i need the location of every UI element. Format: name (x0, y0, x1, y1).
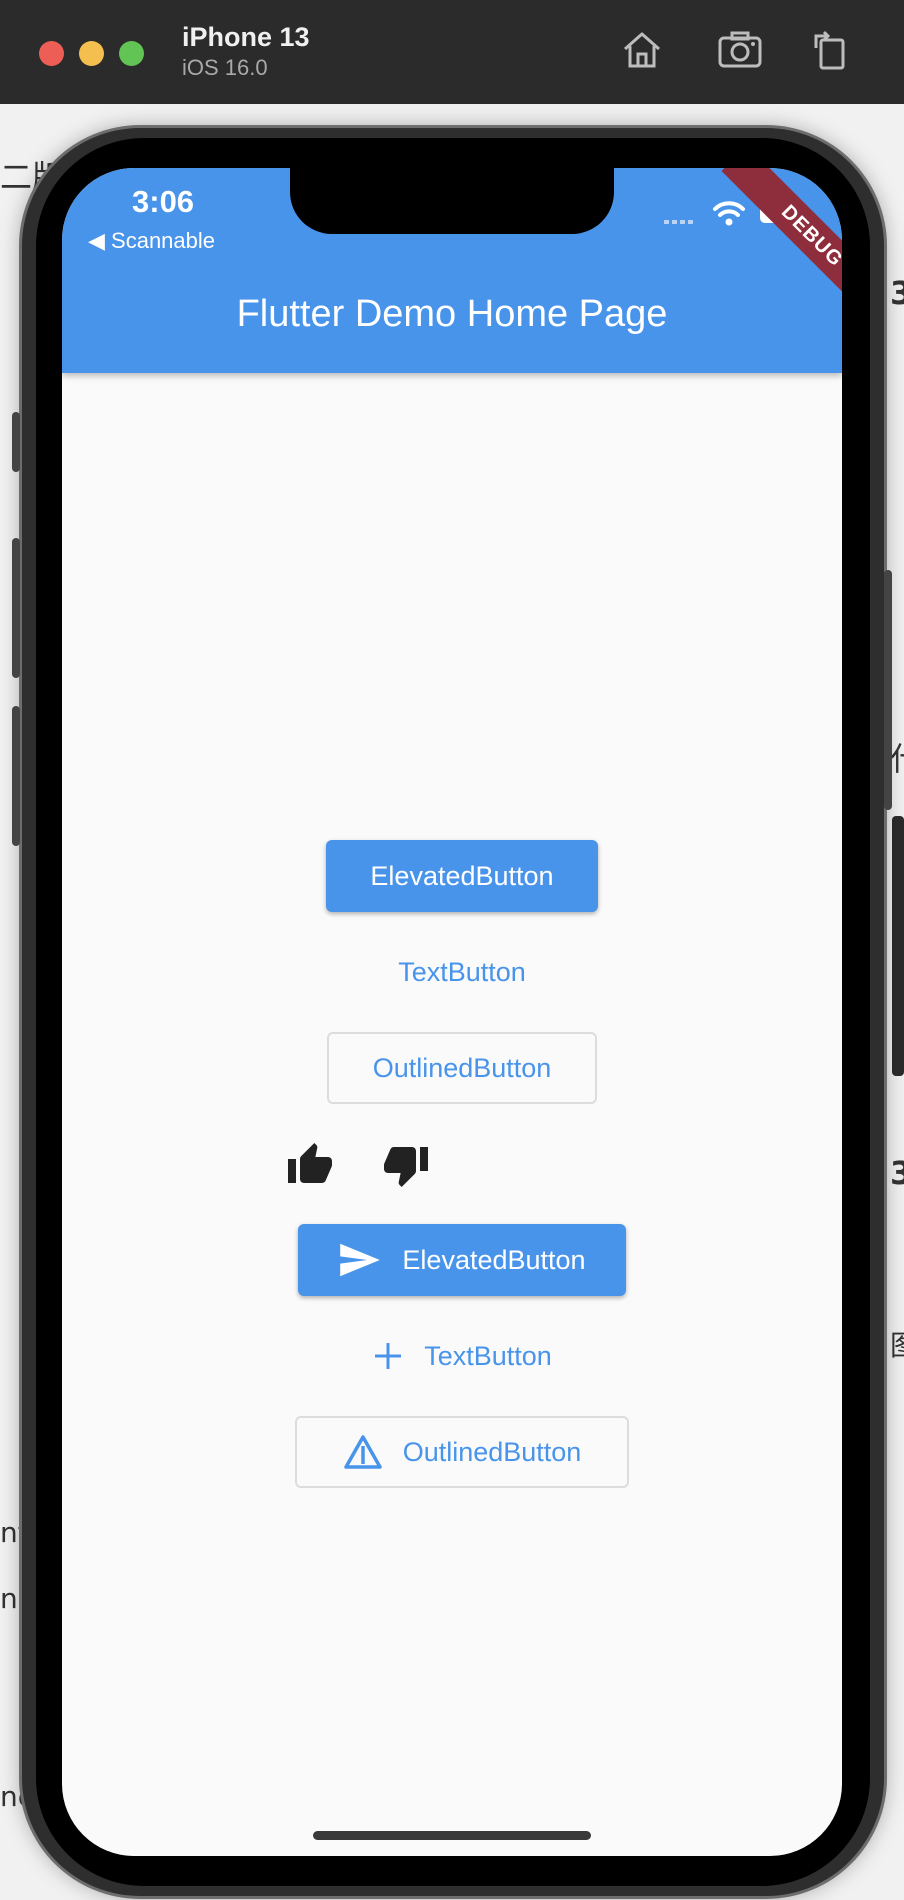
elevated-icon-button-label: ElevatedButton (402, 1244, 586, 1275)
background-text: 3 (890, 1154, 904, 1192)
send-icon (338, 1242, 382, 1278)
warning-triangle-icon (343, 1434, 383, 1470)
simulator-title-bar: iPhone 13 iOS 16.0 (0, 0, 904, 105)
device-name: iPhone 13 (182, 22, 310, 52)
volume-up-button (12, 538, 20, 678)
elevated-button[interactable]: ElevatedButton (326, 840, 598, 912)
background-text: 什 (890, 734, 904, 780)
minimize-window-button[interactable] (79, 41, 104, 66)
notch (290, 168, 614, 234)
zoom-window-button[interactable] (119, 41, 144, 66)
dislike-icon-button[interactable] (382, 1141, 430, 1194)
app-bar: 3:06 ◀ Scannable DEBUG Flutter Demo Home… (62, 168, 842, 373)
outlined-button[interactable]: OutlinedButton (327, 1032, 597, 1104)
cellular-signal-icon (664, 220, 693, 224)
app-bar-title: Flutter Demo Home Page (236, 293, 668, 335)
outlined-icon-button-label: OutlinedButton (402, 1436, 582, 1467)
background-panel (892, 816, 904, 1076)
add-icon (372, 1340, 404, 1372)
screenshot-icon (718, 31, 762, 68)
text-icon-button-label: TextButton (424, 1340, 552, 1371)
mute-switch (12, 412, 20, 472)
close-window-button[interactable] (39, 41, 64, 66)
thumb-down-icon (384, 1147, 428, 1187)
phone-screen: 3:06 ◀ Scannable DEBUG Flutter Demo Home… (62, 168, 842, 1856)
text-button-label: TextButton (398, 956, 526, 987)
wifi-icon (713, 201, 745, 226)
text-button[interactable]: TextButton (362, 936, 562, 1008)
os-version: iOS 16.0 (182, 55, 268, 80)
text-icon-button[interactable]: TextButton (342, 1320, 582, 1392)
thumb-up-icon (288, 1143, 332, 1183)
elevated-button-label: ElevatedButton (370, 860, 554, 891)
home-button[interactable] (620, 28, 664, 77)
power-button (884, 570, 892, 810)
home-icon (624, 32, 660, 68)
status-time: 3:06 (132, 184, 195, 219)
background-text: 图 (890, 1324, 904, 1364)
volume-down-button (12, 706, 20, 846)
rotate-button[interactable] (810, 28, 850, 77)
back-to-app-link[interactable]: ◀ Scannable (88, 228, 215, 254)
outlined-icon-button[interactable]: OutlinedButton (295, 1416, 629, 1488)
screenshot-button[interactable] (716, 28, 764, 77)
rotate-icon (814, 30, 845, 70)
like-icon-button[interactable] (286, 1141, 334, 1194)
outlined-button-label: OutlinedButton (372, 1052, 552, 1083)
background-text: 3 (890, 274, 904, 312)
background-text: n (0, 1582, 18, 1615)
home-indicator[interactable] (313, 1831, 591, 1840)
elevated-icon-button[interactable]: ElevatedButton (298, 1224, 626, 1296)
